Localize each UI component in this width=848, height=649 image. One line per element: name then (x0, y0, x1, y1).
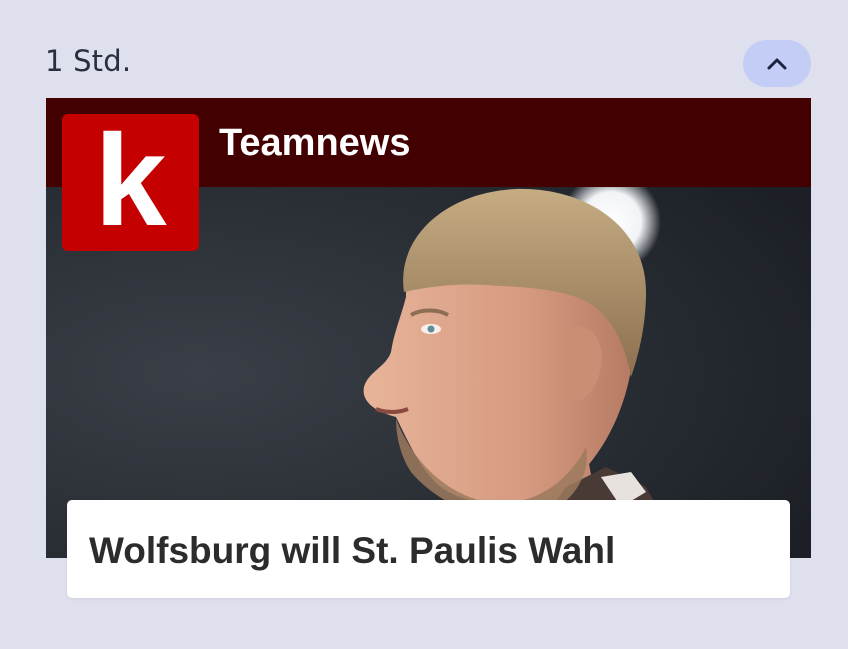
collapse-button[interactable] (743, 40, 811, 87)
timestamp-label: 1 Std. (45, 44, 132, 78)
headline-box[interactable]: Wolfsburg will St. Paulis Wahl (67, 500, 790, 598)
news-card[interactable]: Teamnews k (46, 98, 811, 558)
headline-text: Wolfsburg will St. Paulis Wahl (89, 530, 616, 571)
source-title: Teamnews (219, 122, 411, 164)
kicker-logo: k (62, 114, 199, 251)
logo-letter: k (94, 106, 167, 253)
chevron-up-icon (767, 58, 787, 69)
